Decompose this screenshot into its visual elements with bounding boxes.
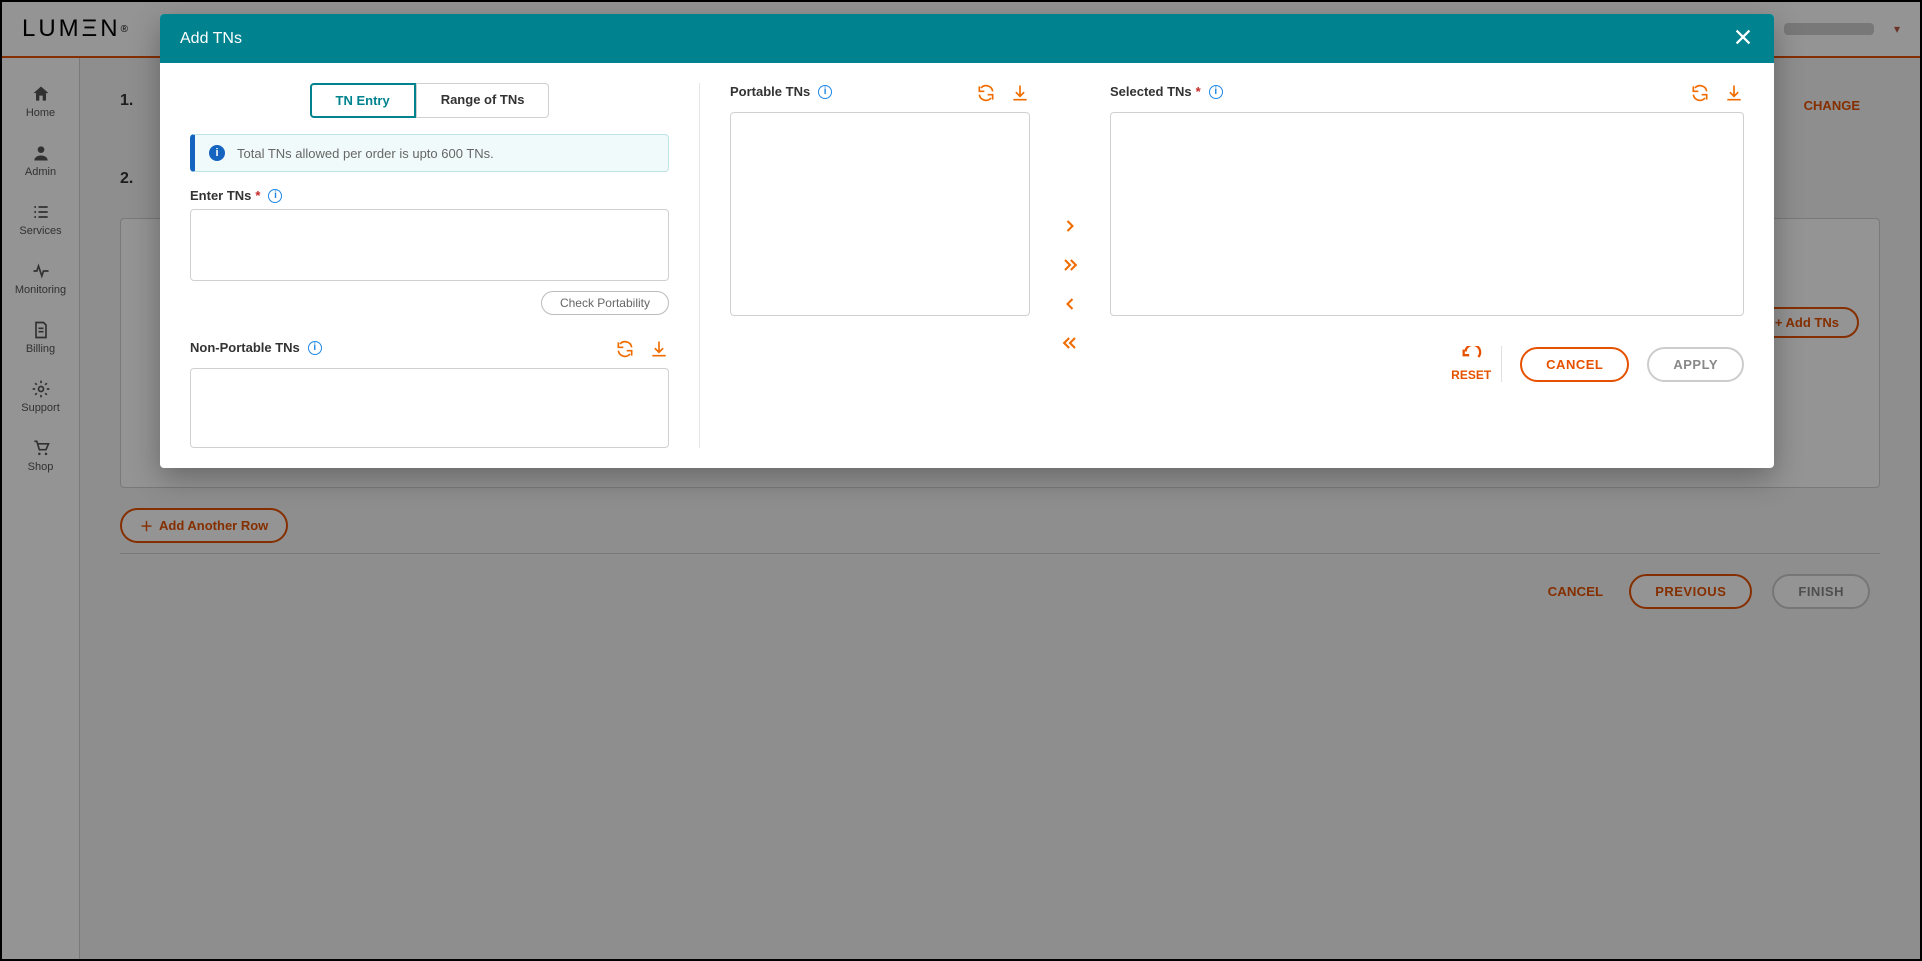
move-left-icon[interactable] xyxy=(1060,294,1080,317)
close-icon[interactable] xyxy=(1732,26,1754,51)
enter-tns-input[interactable] xyxy=(190,209,669,281)
reset-icon[interactable] xyxy=(1690,83,1710,106)
info-icon[interactable]: i xyxy=(308,341,322,355)
add-tns-modal: Add TNs TN Entry Range of TNs i Total TN… xyxy=(160,14,1774,468)
portable-column: Portable TNs i xyxy=(730,83,1030,448)
portable-label: Portable TNs i xyxy=(730,84,832,99)
modal-title: Add TNs xyxy=(180,30,242,48)
selected-list[interactable] xyxy=(1110,112,1744,316)
reset-icon[interactable] xyxy=(615,339,635,362)
portable-list[interactable] xyxy=(730,112,1030,316)
enter-tns-label: Enter TNs * i xyxy=(190,188,669,203)
modal-apply-button[interactable]: APPLY xyxy=(1647,347,1744,382)
download-icon[interactable] xyxy=(1010,83,1030,106)
tab-tn-entry[interactable]: TN Entry xyxy=(310,83,416,118)
info-banner: i Total TNs allowed per order is upto 60… xyxy=(190,134,669,172)
tn-tabs: TN Entry Range of TNs xyxy=(190,83,669,118)
selected-column: Selected TNs * i RESET xyxy=(1110,83,1744,448)
info-text: Total TNs allowed per order is upto 600 … xyxy=(237,146,494,161)
non-portable-list xyxy=(190,368,669,448)
transfer-controls xyxy=(1060,83,1080,448)
check-portability-button[interactable]: Check Portability xyxy=(541,291,669,315)
tab-range-of-tns[interactable]: Range of TNs xyxy=(416,83,550,118)
modal-header: Add TNs xyxy=(160,14,1774,63)
reset-button[interactable]: RESET xyxy=(1451,346,1502,382)
info-icon[interactable]: i xyxy=(268,189,282,203)
info-icon[interactable]: i xyxy=(818,85,832,99)
move-right-icon[interactable] xyxy=(1060,216,1080,239)
download-icon[interactable] xyxy=(1724,83,1744,106)
download-icon[interactable] xyxy=(649,339,669,362)
info-icon[interactable]: i xyxy=(1209,85,1223,99)
info-icon: i xyxy=(209,145,225,161)
tn-entry-column: TN Entry Range of TNs i Total TNs allowe… xyxy=(190,83,700,448)
modal-cancel-button[interactable]: CANCEL xyxy=(1520,347,1629,382)
non-portable-label: Non-Portable TNs i xyxy=(190,340,322,355)
selected-label: Selected TNs * i xyxy=(1110,84,1223,99)
move-all-right-icon[interactable] xyxy=(1060,255,1080,278)
move-all-left-icon[interactable] xyxy=(1060,333,1080,356)
reset-icon[interactable] xyxy=(976,83,996,106)
